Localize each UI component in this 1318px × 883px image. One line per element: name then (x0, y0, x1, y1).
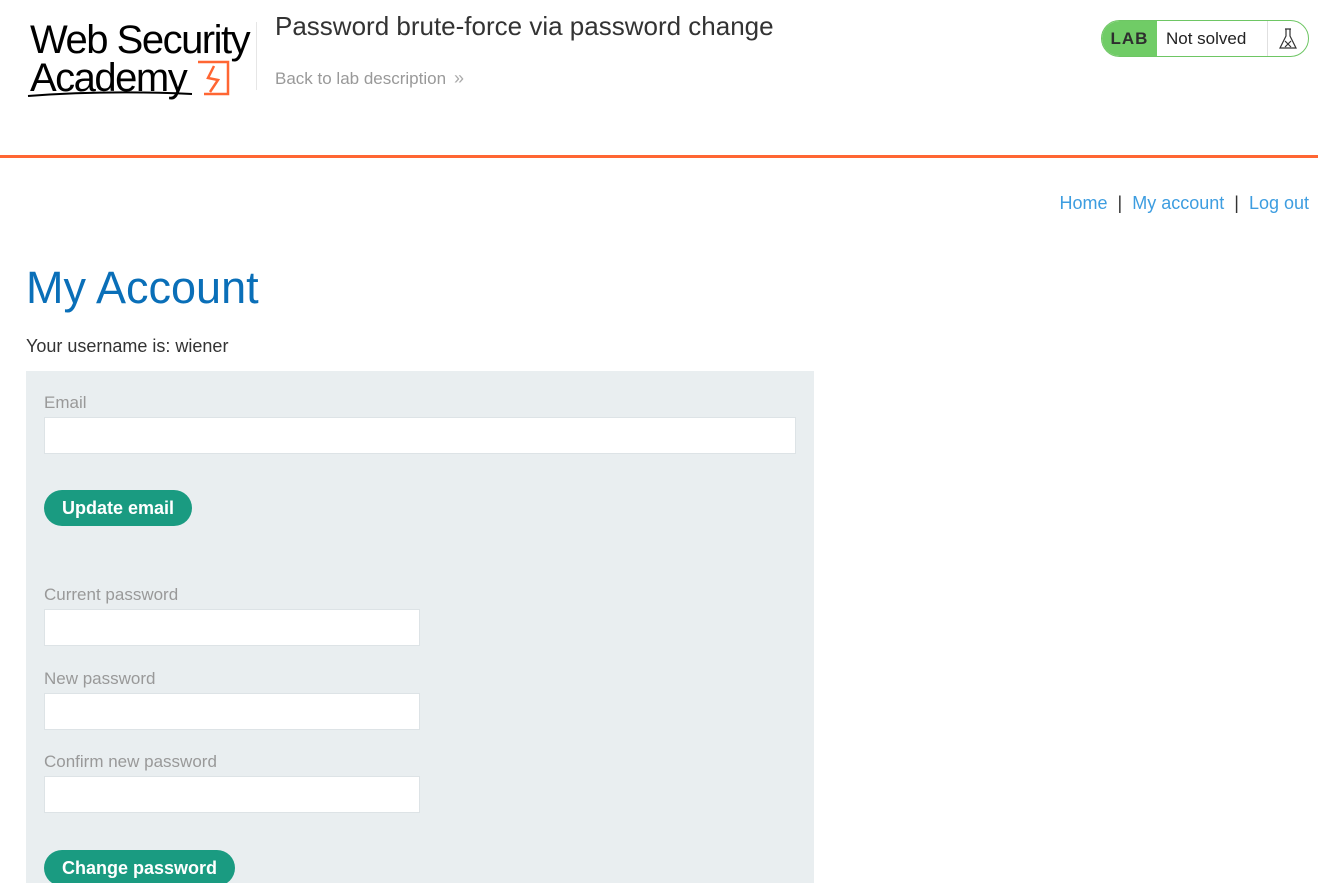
lab-label: LAB (1102, 21, 1157, 56)
nav-home-link[interactable]: Home (1060, 193, 1108, 213)
flask-icon (1267, 21, 1308, 56)
lab-status-text: Not solved (1166, 28, 1247, 48)
account-forms-panel: Email Update email Current password New … (26, 371, 814, 883)
update-email-button[interactable]: Update email (44, 490, 193, 526)
lab-title: Password brute-force via password change (275, 11, 774, 41)
new-password-input[interactable] (44, 693, 420, 730)
email-label: Email (44, 393, 87, 412)
new-password-label: New password (44, 669, 156, 688)
double-chevron-right-icon: » (454, 68, 465, 88)
current-password-input[interactable] (44, 609, 420, 646)
back-link-label: Back to lab description (275, 69, 447, 88)
header-divider (256, 22, 257, 90)
back-to-lab-description-link[interactable]: Back to lab description » (275, 68, 464, 89)
username-text: Your username is: wiener (26, 336, 229, 356)
nav-my-account-link[interactable]: My account (1132, 193, 1224, 213)
page-title: My Account (26, 262, 259, 313)
confirm-new-password-label: Confirm new password (44, 752, 217, 771)
logo-lightning-icon (27, 60, 230, 97)
confirm-new-password-input[interactable] (44, 776, 420, 813)
top-navigation: Home | My account | Log out (1060, 193, 1310, 214)
lab-status-badge: LAB Not solved (1101, 20, 1309, 57)
site-header: Web Security Academy Password brute-forc… (0, 0, 1318, 158)
email-input[interactable] (44, 417, 796, 454)
nav-separator: | (1117, 193, 1123, 213)
nav-separator: | (1234, 193, 1239, 213)
current-password-label: Current password (44, 585, 179, 604)
change-password-button[interactable]: Change password (44, 850, 236, 883)
nav-log-out-link[interactable]: Log out (1249, 193, 1309, 213)
web-security-academy-logo[interactable]: Web Security Academy (26, 16, 252, 102)
